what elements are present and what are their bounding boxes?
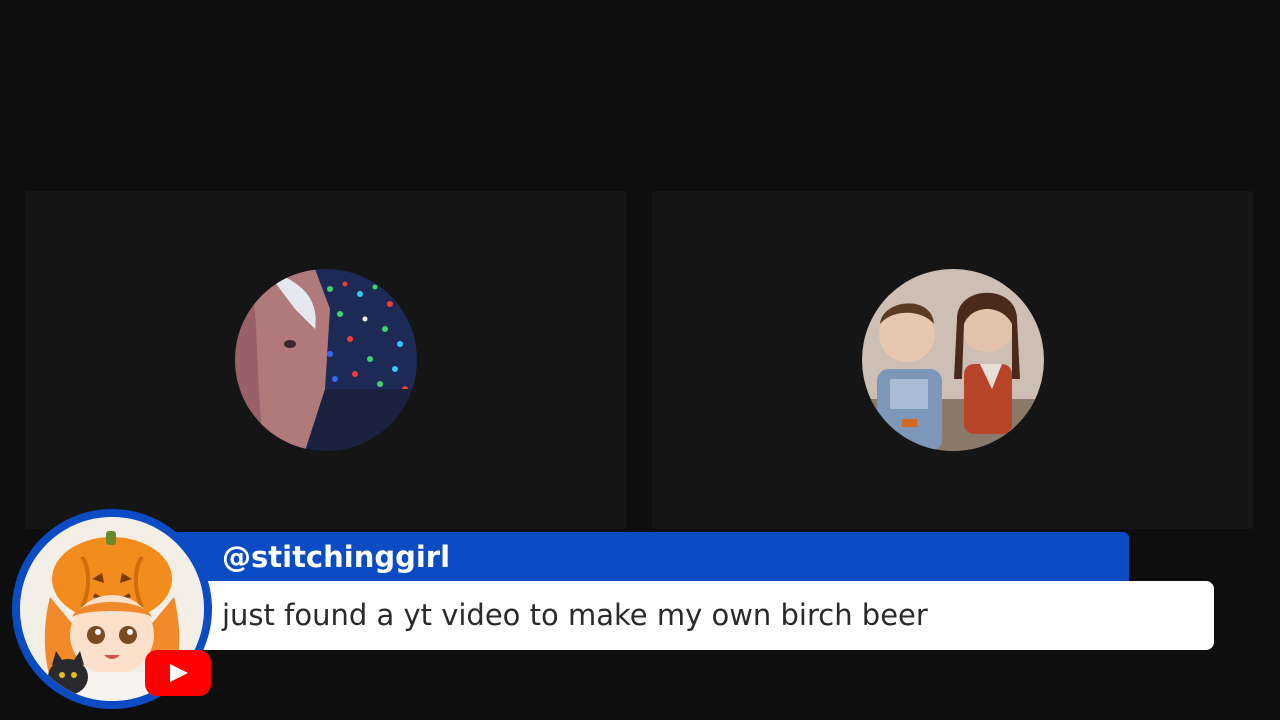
- chat-message: just found a yt video to make my own bir…: [222, 598, 928, 632]
- two-children-photo-icon: [862, 269, 1044, 451]
- username-bar: @stitchinggirl: [150, 532, 1129, 582]
- holiday-lights-photo-icon: [235, 269, 417, 451]
- participant-avatar-2: [862, 269, 1044, 451]
- message-bar: just found a yt video to make my own bir…: [150, 581, 1214, 650]
- participant-avatar-1: [235, 269, 417, 451]
- participant-tile-2[interactable]: [652, 191, 1253, 529]
- chat-overlay: @stitchinggirl just found a yt video to …: [0, 505, 1280, 720]
- youtube-badge: [145, 650, 211, 696]
- call-stage: @stitchinggirl just found a yt video to …: [0, 0, 1280, 720]
- youtube-icon: [170, 664, 188, 682]
- participant-tile-1[interactable]: [25, 191, 626, 529]
- username: @stitchinggirl: [222, 540, 451, 574]
